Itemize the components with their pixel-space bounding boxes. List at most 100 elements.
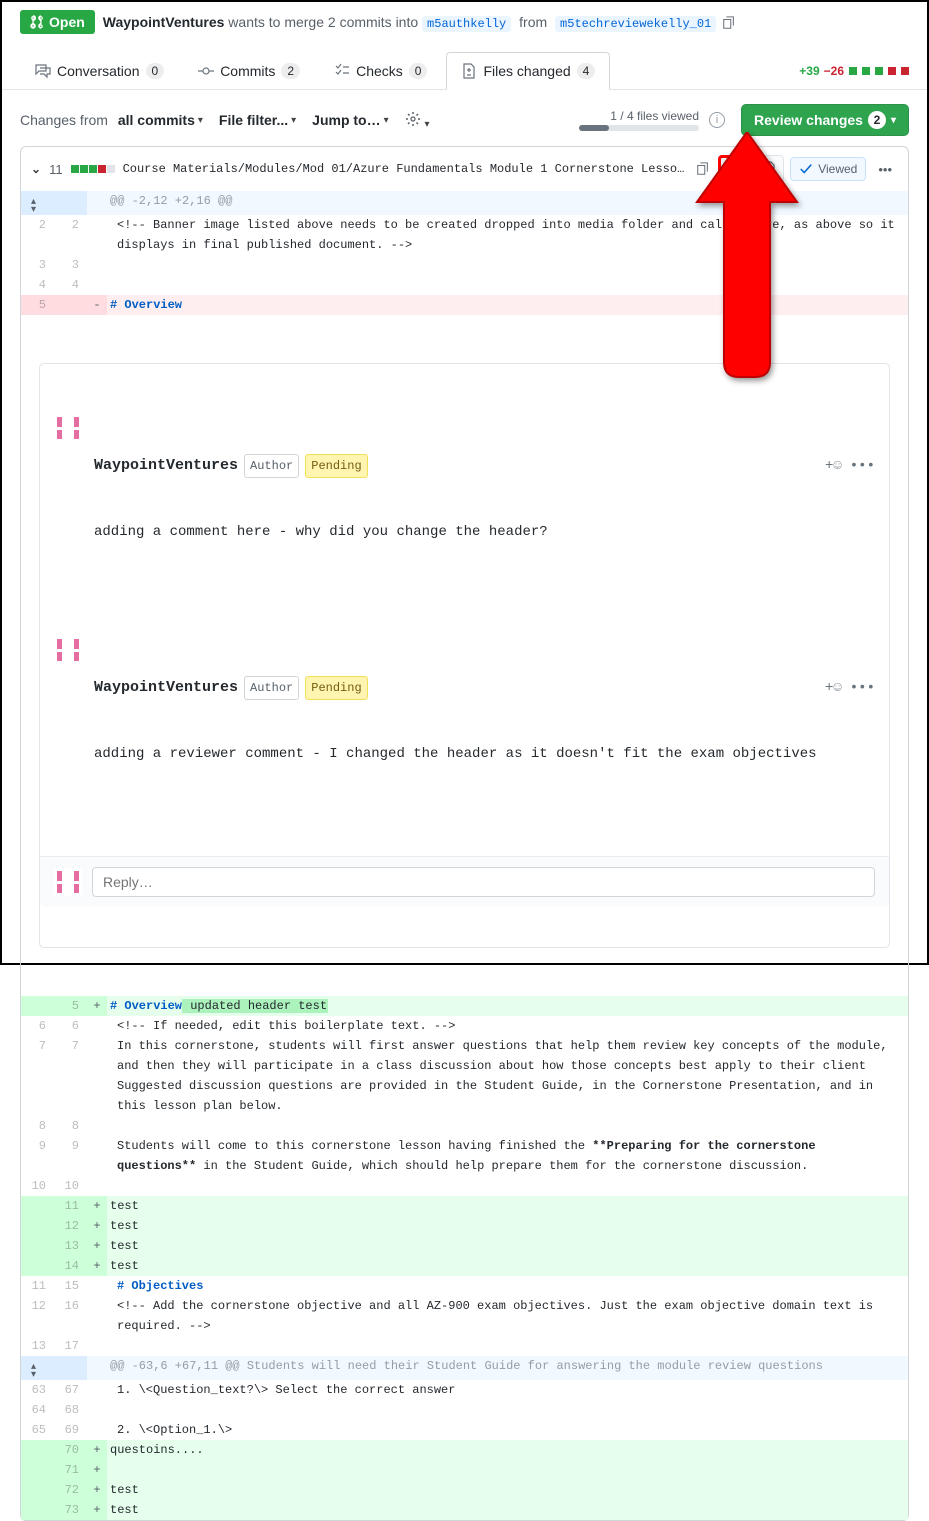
line-number[interactable]: 73 <box>54 1500 87 1520</box>
viewed-toggle[interactable]: Viewed <box>790 157 866 181</box>
line-number[interactable]: 3 <box>21 255 54 275</box>
line-number[interactable]: 10 <box>21 1176 54 1196</box>
avatar[interactable] <box>54 414 82 442</box>
gear-icon <box>405 111 421 127</box>
diff-settings-dropdown[interactable]: ▾ <box>405 111 430 130</box>
tab-commits-count: 2 <box>281 63 300 79</box>
file-menu-button[interactable]: ••• <box>872 160 898 179</box>
add-reaction-button[interactable]: +☺ <box>825 678 842 698</box>
line-number[interactable]: 2 <box>21 215 54 255</box>
line-number[interactable]: 6 <box>54 1016 87 1036</box>
tab-checks-count: 0 <box>409 63 428 79</box>
info-icon[interactable]: i <box>709 112 725 128</box>
tab-conversation[interactable]: Conversation 0 <box>20 52 179 90</box>
source-diff-toggle[interactable] <box>718 155 748 183</box>
avatar[interactable] <box>54 636 82 664</box>
file-filter-dropdown[interactable]: File filter... ▾ <box>219 112 296 128</box>
tab-checks-label: Checks <box>356 63 403 79</box>
line-number[interactable]: 13 <box>54 1236 87 1256</box>
collapse-file-icon[interactable]: ⌄ <box>31 162 41 176</box>
jump-to-label: Jump to… <box>312 112 380 128</box>
line-number[interactable]: 7 <box>21 1036 54 1116</box>
line-number[interactable]: 17 <box>54 1336 87 1356</box>
review-changes-count: 2 <box>868 111 886 129</box>
comment-menu-button[interactable]: ••• <box>850 678 875 698</box>
line-number[interactable]: 16 <box>54 1296 87 1336</box>
file-change-count: 11 <box>49 162 63 177</box>
line-number[interactable]: 63 <box>21 1380 54 1400</box>
pr-author[interactable]: WaypointVentures <box>103 14 225 30</box>
tab-commits[interactable]: Commits 2 <box>183 52 315 90</box>
git-pull-request-icon <box>30 15 44 29</box>
pending-tag: Pending <box>305 676 367 700</box>
line-number[interactable]: 8 <box>54 1116 87 1136</box>
diff-line: In this cornerstone, students will first… <box>107 1036 908 1116</box>
line-number[interactable]: 4 <box>21 275 54 295</box>
comment-author[interactable]: WaypointVentures <box>94 456 238 476</box>
diff-line: test <box>107 1216 908 1236</box>
changes-from-dropdown[interactable]: Changes from all commits ▾ <box>20 112 203 128</box>
pr-state-text: Open <box>49 14 85 30</box>
line-number[interactable]: 7 <box>54 1036 87 1116</box>
review-changes-button[interactable]: Review changes 2 ▾ <box>741 104 909 136</box>
line-number[interactable]: 2 <box>54 215 87 255</box>
line-number[interactable]: 10 <box>54 1176 87 1196</box>
line-number[interactable]: 70 <box>54 1440 87 1460</box>
diff-sign: + <box>87 1440 107 1460</box>
diff-line <box>107 1400 908 1420</box>
line-number[interactable]: 68 <box>54 1400 87 1420</box>
progress-bar <box>579 125 699 131</box>
rich-diff-toggle[interactable] <box>754 155 784 183</box>
diff-sign: + <box>87 1256 107 1276</box>
line-number[interactable]: 14 <box>54 1256 87 1276</box>
reply-input[interactable] <box>92 867 875 897</box>
line-number[interactable]: 72 <box>54 1480 87 1500</box>
tab-checks[interactable]: Checks 0 <box>319 52 442 90</box>
review-thread: WaypointVentures Author Pending +☺ ••• a… <box>39 363 890 948</box>
line-number[interactable]: 3 <box>54 255 87 275</box>
line-number[interactable]: 12 <box>21 1296 54 1336</box>
line-number[interactable]: 9 <box>54 1136 87 1176</box>
author-tag: Author <box>244 676 299 700</box>
file-icon <box>761 161 777 177</box>
comment-menu-button[interactable]: ••• <box>850 456 875 476</box>
line-number[interactable]: 5 <box>54 996 87 1016</box>
jump-to-dropdown[interactable]: Jump to… ▾ <box>312 112 388 128</box>
line-number[interactable]: 4 <box>54 275 87 295</box>
file-path[interactable]: Course Materials/Modules/Mod 01/Azure Fu… <box>123 162 687 176</box>
diff-line: Students will come to this cornerstone l… <box>107 1136 908 1176</box>
comment-author[interactable]: WaypointVentures <box>94 678 238 698</box>
line-number[interactable]: 69 <box>54 1420 87 1440</box>
line-number[interactable]: 13 <box>21 1336 54 1356</box>
line-number[interactable]: 8 <box>21 1116 54 1136</box>
avatar[interactable] <box>54 868 82 896</box>
line-number[interactable]: 67 <box>54 1380 87 1400</box>
copy-path-icon[interactable] <box>696 162 710 176</box>
diff-line: test <box>107 1480 908 1500</box>
diff-sign: + <box>87 1500 107 1520</box>
copy-branch-icon[interactable] <box>722 16 736 30</box>
line-number[interactable]: 12 <box>54 1216 87 1236</box>
files-viewed-label: files viewed <box>634 109 699 123</box>
additions-count: +39 <box>799 64 819 78</box>
line-number[interactable]: 11 <box>54 1196 87 1216</box>
tab-files-count: 4 <box>577 63 596 79</box>
add-reaction-button[interactable]: +☺ <box>825 456 842 476</box>
line-number[interactable]: 15 <box>54 1276 87 1296</box>
line-number[interactable]: 9 <box>21 1136 54 1176</box>
tab-files-changed[interactable]: Files changed 4 <box>446 52 610 90</box>
tab-conversation-count: 0 <box>146 63 165 79</box>
expand-hunk-button[interactable]: ▴▾ <box>21 1356 54 1380</box>
line-number[interactable]: 6 <box>21 1016 54 1036</box>
line-number[interactable]: 64 <box>21 1400 54 1420</box>
line-number[interactable]: 11 <box>21 1276 54 1296</box>
line-number[interactable]: 71 <box>54 1460 87 1480</box>
diff-line: test <box>107 1256 908 1276</box>
base-branch[interactable]: m5authkelly <box>422 16 511 32</box>
compare-branch[interactable]: m5techreviewekelly_01 <box>555 16 716 32</box>
pr-state-badge: Open <box>20 10 95 34</box>
diff-line: test <box>107 1196 908 1216</box>
line-number[interactable]: 5 <box>21 295 54 315</box>
expand-hunk-button[interactable]: ▴▾ <box>21 191 54 215</box>
line-number[interactable]: 65 <box>21 1420 54 1440</box>
